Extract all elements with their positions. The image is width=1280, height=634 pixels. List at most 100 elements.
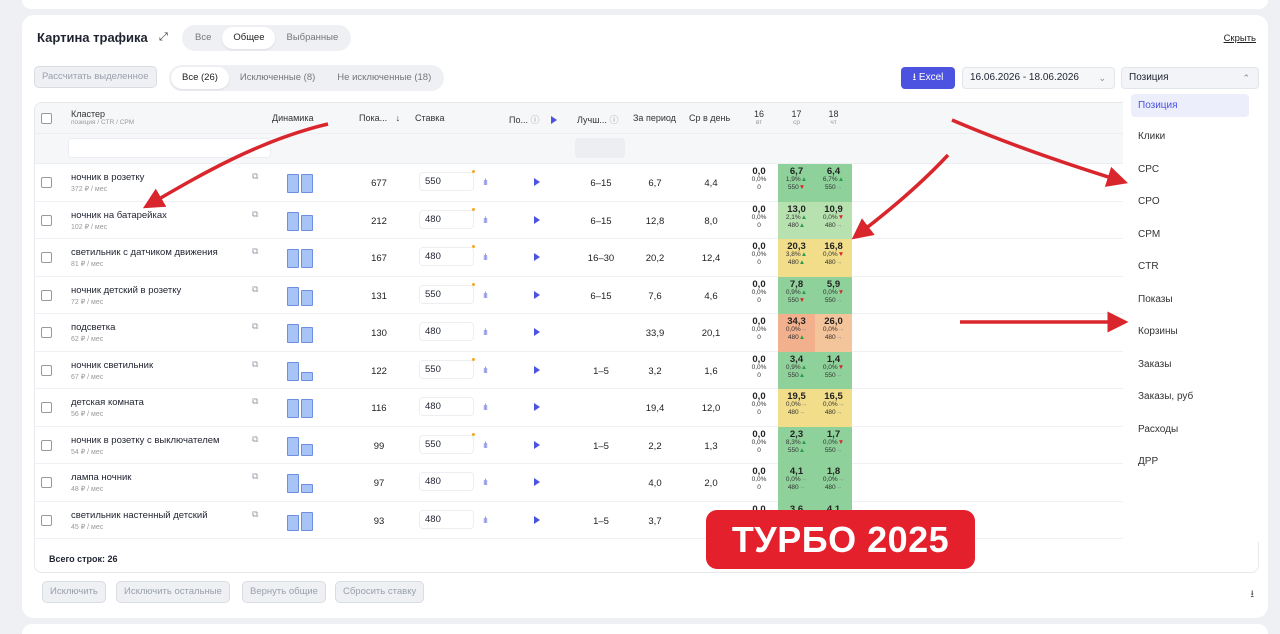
row-checkbox[interactable] <box>41 252 52 263</box>
table-row[interactable]: лампа ночник 48 ₽ / мес ⧉ 97 480 ılı 4,0… <box>35 464 1258 502</box>
return-common-button[interactable]: Вернуть общие <box>242 581 326 603</box>
table-row[interactable]: светильник с датчиком движения 81 ₽ / ме… <box>35 239 1258 277</box>
row-checkbox[interactable] <box>41 327 52 338</box>
row-checkbox[interactable] <box>41 402 52 413</box>
bar-chart-icon[interactable]: ılı <box>483 365 488 375</box>
bar-chart-icon[interactable]: ılı <box>483 402 488 412</box>
play-icon[interactable] <box>534 328 540 336</box>
play-icon[interactable] <box>534 515 540 524</box>
collapse-icon[interactable]: ⭳ <box>1251 587 1255 604</box>
bid-input[interactable]: 480 <box>419 509 474 529</box>
play-icon[interactable] <box>534 178 540 186</box>
c17-cell[interactable]: 13,0 2,1%▲ 480▲ <box>778 201 815 239</box>
table-row[interactable]: ночник светильник 67 ₽ / мес ⧉ 122 550 ı… <box>35 351 1258 389</box>
c16-cell[interactable]: 0,00,0%0 <box>747 317 771 342</box>
table-row[interactable]: ночник детский в розетку 72 ₽ / мес ⧉ 13… <box>35 276 1258 314</box>
row-checkbox[interactable] <box>41 289 52 301</box>
external-link-icon[interactable]: ⧉ <box>252 434 258 445</box>
c16-cell[interactable]: 0,00,0%0 <box>747 279 771 305</box>
cluster-search-input[interactable] <box>68 138 271 158</box>
c18-cell[interactable]: 16,5 0,0%→ 480→ <box>815 389 852 427</box>
row-checkbox[interactable] <box>41 477 52 488</box>
bar-chart-icon[interactable]: ılı <box>483 252 488 262</box>
c18-cell[interactable]: 1,8 0,0%→ 480→ <box>815 464 852 502</box>
col-day-17[interactable]: 17 ср <box>778 109 815 126</box>
bid-input[interactable]: 480 <box>419 397 474 416</box>
c16-cell[interactable]: 0,00,0%0 <box>747 467 771 492</box>
cluster-name[interactable]: светильник настенный детский <box>71 510 208 521</box>
play-all-icon[interactable] <box>551 116 557 124</box>
cluster-name[interactable]: ночник на батарейках <box>71 210 167 221</box>
table-row[interactable]: ночник на батарейках 102 ₽ / мес ⧉ 212 4… <box>35 201 1258 239</box>
c17-cell[interactable]: 7,8 0,9%▲ 550▼ <box>778 276 815 314</box>
external-link-icon[interactable]: ⧉ <box>252 321 258 332</box>
bar-chart-icon[interactable]: ılı <box>483 440 488 450</box>
c16-cell[interactable]: 0,00,0%0 <box>747 429 771 455</box>
calc-selected-button[interactable]: Рассчитать выделенное <box>34 66 157 88</box>
external-link-icon[interactable]: ⧉ <box>252 396 258 407</box>
table-row[interactable]: светильник настенный детский 45 ₽ / мес … <box>35 501 1258 539</box>
bid-input[interactable]: 480 <box>419 247 474 266</box>
bar-chart-icon[interactable]: ılı <box>483 215 488 225</box>
expand-icon[interactable]: ⤢ <box>159 31 168 44</box>
table-row[interactable]: подсветка 62 ₽ / мес ⧉ 130 480 ılı 33,9 … <box>35 314 1258 352</box>
date-range-picker[interactable]: 16.06.2026 - 18.06.2026 ⌄ <box>962 67 1115 89</box>
bid-input[interactable]: 480 <box>419 209 474 229</box>
c16-cell[interactable]: 0,00,0%0 <box>747 204 771 230</box>
col-best[interactable]: Лучш... ⓘ <box>577 113 618 126</box>
hide-link[interactable]: Скрыть <box>1224 33 1256 44</box>
bar-chart-icon[interactable]: ılı <box>483 177 488 187</box>
col-shows[interactable]: Пока... ↓ <box>359 113 400 123</box>
c18-cell[interactable]: 1,7 0,0%▼ 550→ <box>815 426 852 464</box>
menu-item[interactable]: Позиция <box>1131 94 1249 117</box>
col-cluster[interactable]: Кластер позиция / CTR / CPM <box>71 109 134 126</box>
cluster-name[interactable]: лампа ночник <box>71 472 131 483</box>
play-icon[interactable] <box>534 478 540 486</box>
row-checkbox[interactable] <box>41 514 52 526</box>
menu-item[interactable]: Корзины <box>1123 316 1259 349</box>
external-link-icon[interactable]: ⧉ <box>252 359 258 370</box>
cluster-name[interactable]: светильник с датчиком движения <box>71 247 218 258</box>
bar-chart-icon[interactable]: ılı <box>483 477 488 487</box>
cluster-name[interactable]: ночник детский в розетку <box>71 285 181 296</box>
bid-input[interactable]: 550 <box>419 172 474 191</box>
exclude-others-button[interactable]: Исключить остальные <box>116 581 230 603</box>
external-link-icon[interactable]: ⧉ <box>252 471 258 482</box>
cluster-name[interactable]: ночник светильник <box>71 360 153 371</box>
c17-cell[interactable]: 34,3 0,0%→ 480▲ <box>778 314 815 352</box>
c17-cell[interactable]: 2,3 8,3%▲ 550▲ <box>778 426 815 464</box>
bid-input[interactable]: 480 <box>419 322 474 341</box>
cluster-name[interactable]: ночник в розетку <box>71 172 144 183</box>
menu-item[interactable]: Расходы <box>1123 414 1259 447</box>
c18-cell[interactable]: 6,4 6,7%▲ 550→ <box>815 164 852 202</box>
menu-item[interactable]: ДРР <box>1123 446 1259 479</box>
c18-cell[interactable]: 10,9 0,0%▼ 480→ <box>815 201 852 239</box>
external-link-icon[interactable]: ⧉ <box>252 246 258 257</box>
c17-cell[interactable]: 6,7 1,9%▲ 550▼ <box>778 164 815 202</box>
bar-chart-icon[interactable]: ılı <box>483 515 488 525</box>
reset-bid-button[interactable]: Сбросить ставку <box>335 581 425 603</box>
tab-filter-excluded[interactable]: Исключенные (8) <box>229 67 326 89</box>
table-row[interactable]: ночник в розетку 372 ₽ / мес ⧉ 677 550 ı… <box>35 164 1258 202</box>
col-day-18[interactable]: 18 чт <box>815 109 852 126</box>
row-checkbox[interactable] <box>41 214 52 226</box>
bid-input[interactable]: 550 <box>419 284 474 304</box>
tab-all[interactable]: Все <box>184 27 222 49</box>
play-icon[interactable] <box>534 440 540 449</box>
excel-button[interactable]: ⭳ Excel <box>901 67 955 89</box>
menu-item[interactable]: Клики <box>1123 121 1259 154</box>
metric-select[interactable]: Позиция ⌃ <box>1121 67 1259 89</box>
play-icon[interactable] <box>534 290 540 299</box>
tab-common[interactable]: Общее <box>222 27 276 49</box>
external-link-icon[interactable]: ⧉ <box>252 284 258 295</box>
tab-filter-not-excluded[interactable]: Не исключенные (18) <box>326 67 442 89</box>
table-row[interactable]: детская комната 56 ₽ / мес ⧉ 116 480 ılı… <box>35 389 1258 427</box>
row-checkbox[interactable] <box>41 364 52 376</box>
c17-cell[interactable]: 4,1 0,0%→ 480→ <box>778 464 815 502</box>
menu-item[interactable]: Показы <box>1123 284 1259 317</box>
external-link-icon[interactable]: ⧉ <box>252 509 258 520</box>
cluster-name[interactable]: подсветка <box>71 322 115 333</box>
menu-item[interactable]: CPC <box>1123 154 1259 187</box>
best-filter-input[interactable] <box>575 138 625 158</box>
col-per-day[interactable]: Ср в день <box>689 113 730 123</box>
